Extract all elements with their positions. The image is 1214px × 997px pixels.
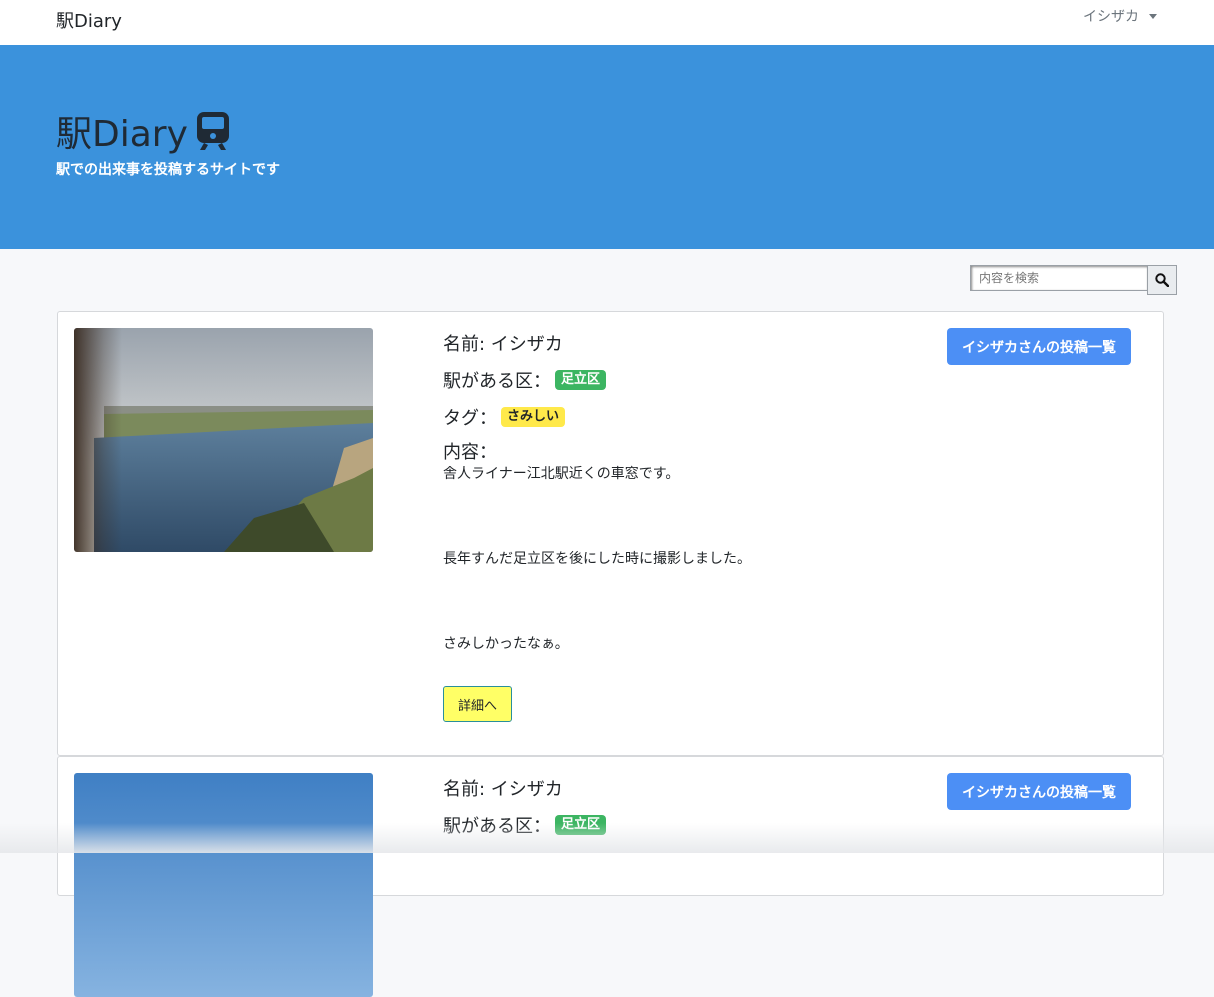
post-author: 名前: イシザカ <box>443 779 563 800</box>
user-dropdown[interactable]: イシザカ <box>1083 6 1157 26</box>
ward-badge[interactable]: 足立区 <box>555 370 607 390</box>
ward-label: 駅がある区： <box>443 816 551 837</box>
detail-button[interactable]: 詳細へ <box>443 686 512 722</box>
tag-label: タグ： <box>443 408 497 429</box>
user-posts-button[interactable]: イシザカさんの投稿一覧 <box>947 328 1131 365</box>
tag-badge[interactable]: さみしい <box>501 407 566 427</box>
post-card: 名前: イシザカ 駅がある区： 足立区 タグ： さみしい 内容： 舎人ライナー江… <box>57 311 1164 756</box>
navbar-brand[interactable]: 駅Diary <box>56 7 122 33</box>
caret-down-icon <box>1149 13 1157 19</box>
ward-label: 駅がある区： <box>443 371 551 392</box>
ward-badge[interactable]: 足立区 <box>555 815 607 835</box>
user-name: イシザカ <box>1083 9 1139 25</box>
post-author: 名前: イシザカ <box>443 334 563 355</box>
post-card: 名前: イシザカ 駅がある区： 足立区 イシザカさんの投稿一覧 <box>57 756 1164 997</box>
search-input[interactable] <box>970 265 1147 291</box>
search-button[interactable] <box>1147 265 1177 295</box>
post-ward-row: 駅がある区： 足立区 <box>443 367 607 393</box>
content-line: さみしかったなぁ。 <box>443 636 569 652</box>
hero-banner: 駅Diary 駅での出来事を投稿するサイトです <box>0 45 1214 249</box>
post-photo[interactable] <box>74 773 373 997</box>
hero-subtitle: 駅での出来事を投稿するサイトです <box>56 162 280 178</box>
content-line: 長年すんだ足立区を後にした時に撮影しました。 <box>443 551 751 567</box>
search-form <box>970 265 1177 295</box>
content-line: 舎人ライナー江北駅近くの車窓です。 <box>443 466 680 482</box>
hero-title-text: 駅Diary <box>56 114 188 155</box>
user-posts-button[interactable]: イシザカさんの投稿一覧 <box>947 773 1131 810</box>
train-icon <box>196 112 229 150</box>
post-photo[interactable] <box>74 328 373 552</box>
content-label: 内容： <box>443 442 497 463</box>
post-ward-row: 駅がある区： 足立区 <box>443 812 607 838</box>
post-tag-row: タグ： さみしい <box>443 404 566 430</box>
top-navbar: 駅Diary イシザカ <box>0 0 1214 45</box>
hero-title: 駅Diary <box>56 105 230 157</box>
search-icon <box>1155 273 1169 287</box>
